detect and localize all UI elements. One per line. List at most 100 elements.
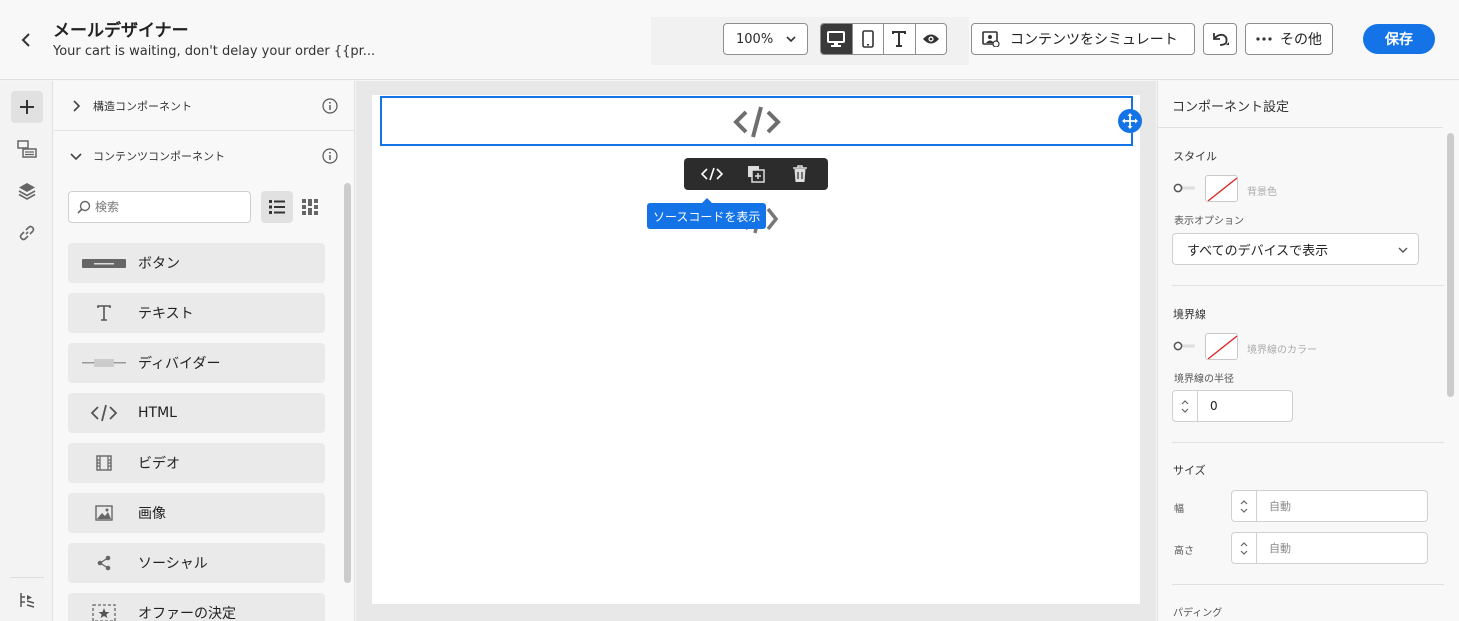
chevron-down-icon (1398, 247, 1408, 253)
mobile-view-button[interactable] (853, 24, 884, 54)
info-icon[interactable] (322, 97, 338, 114)
border-color-swatch[interactable] (1205, 333, 1238, 360)
delete-button[interactable] (784, 162, 816, 186)
links-button[interactable] (11, 217, 43, 249)
height-value[interactable]: 自動 (1257, 533, 1427, 563)
stepper-arrows[interactable] (1232, 533, 1257, 563)
email-designer-app: メールデザイナー Your cart is waiting, don't del… (0, 0, 1459, 621)
display-options-select[interactable]: すべてのデバイスで表示 (1172, 233, 1419, 265)
width-label: 幅 (1174, 504, 1184, 515)
simulate-content-label: コンテンツをシミュレート (1010, 32, 1178, 48)
email-subject: Your cart is waiting, don't delay your o… (53, 44, 376, 59)
component-offer-decision[interactable]: オファーの決定 (68, 593, 325, 621)
simulate-content-button[interactable]: コンテンツをシミュレート (971, 23, 1195, 55)
border-radius-value[interactable]: 0 (1198, 391, 1292, 421)
content-components-accordion[interactable]: コンテンツコンポーネント (54, 131, 354, 181)
width-stepper[interactable]: 自動 (1231, 490, 1428, 522)
content-components-title: コンテンツコンポーネント (93, 150, 225, 163)
simulate-icon (982, 31, 1000, 47)
duplicate-icon (748, 166, 765, 183)
navigation-tree-icon (20, 593, 35, 608)
divider (1172, 285, 1444, 286)
component-search (68, 191, 251, 223)
link-icon (19, 225, 35, 241)
text-view-button[interactable] (884, 24, 916, 54)
view-mode-group (820, 23, 947, 55)
fragments-icon (17, 140, 37, 158)
more-button[interactable]: その他 (1245, 23, 1333, 55)
divider (1172, 442, 1444, 443)
chevron-right-icon (73, 99, 81, 112)
component-html[interactable]: HTML (68, 393, 325, 433)
component-image[interactable]: 画像 (68, 493, 325, 533)
preview-button[interactable] (916, 24, 947, 54)
list-view-icon (269, 200, 285, 214)
back-button[interactable] (14, 28, 38, 52)
border-toggle[interactable] (1173, 341, 1197, 351)
desktop-view-button[interactable] (821, 24, 853, 54)
trash-icon (793, 165, 807, 182)
layers-button[interactable] (11, 175, 43, 207)
background-color-swatch[interactable] (1205, 175, 1238, 202)
chevron-down-icon (70, 153, 82, 161)
add-components-button[interactable] (11, 91, 43, 123)
block-toolbar (684, 158, 828, 190)
chevron-up-icon (1181, 399, 1189, 404)
component-label: 画像 (138, 506, 166, 522)
move-handle[interactable] (1118, 109, 1142, 133)
panel-scrollbar[interactable] (344, 183, 351, 583)
navigation-tree-button[interactable] (11, 584, 43, 616)
component-button[interactable]: ボタン (68, 243, 325, 283)
html-icon (733, 106, 781, 138)
display-options-label: 表示オプション (1174, 216, 1244, 227)
stepper-arrows[interactable] (1173, 391, 1198, 421)
button-icon (82, 251, 126, 275)
component-divider[interactable]: ディバイダー (68, 343, 325, 383)
component-settings-panel: コンポーネント設定 スタイル 背景色 表示オプション すべてのデバイスで表示 境… (1157, 81, 1459, 621)
text-icon (892, 31, 907, 47)
background-toggle[interactable] (1173, 183, 1197, 193)
component-label: テキスト (138, 306, 194, 322)
text-icon (82, 301, 126, 325)
layers-icon (18, 183, 36, 200)
zoom-select[interactable]: 100% (723, 23, 808, 55)
height-stepper[interactable]: 自動 (1231, 532, 1428, 564)
divider (1172, 584, 1444, 585)
list-view-button[interactable] (261, 191, 293, 223)
search-icon (77, 200, 91, 214)
canvas-area: ソースコードを表示 (356, 81, 1156, 621)
stepper-arrows[interactable] (1232, 491, 1257, 521)
zoom-value: 100% (736, 31, 774, 47)
chevron-up-icon (1240, 499, 1248, 504)
divider-icon (82, 351, 126, 375)
background-color-label: 背景色 (1247, 187, 1277, 198)
border-radius-stepper[interactable]: 0 (1172, 390, 1293, 422)
settings-scrollbar[interactable] (1447, 133, 1454, 397)
selected-html-block[interactable] (380, 96, 1133, 146)
duplicate-button[interactable] (740, 162, 772, 186)
view-source-tooltip: ソースコードを表示 (647, 198, 767, 229)
component-label: ディバイダー (138, 356, 221, 372)
border-radius-label: 境界線の半径 (1174, 374, 1234, 385)
image-icon (82, 501, 126, 525)
plus-icon (20, 100, 34, 114)
height-label: 高さ (1174, 546, 1194, 557)
info-icon[interactable] (322, 148, 338, 164)
search-input[interactable] (95, 200, 245, 214)
grid-view-icon (302, 199, 318, 215)
page-title: メールデザイナー (53, 21, 189, 41)
no-color-icon (1207, 335, 1237, 359)
view-source-button[interactable] (696, 162, 728, 186)
undo-button[interactable] (1203, 23, 1237, 55)
fragments-button[interactable] (11, 133, 43, 165)
structure-components-accordion[interactable]: 構造コンポーネント (54, 81, 354, 131)
social-icon (82, 551, 126, 575)
width-value[interactable]: 自動 (1257, 491, 1427, 521)
grid-view-button[interactable] (294, 191, 326, 223)
move-icon (1122, 113, 1138, 129)
component-social[interactable]: ソーシャル (68, 543, 325, 583)
desktop-icon (827, 31, 846, 47)
component-text[interactable]: テキスト (68, 293, 325, 333)
save-button[interactable]: 保存 (1363, 24, 1435, 54)
component-video[interactable]: ビデオ (68, 443, 325, 483)
